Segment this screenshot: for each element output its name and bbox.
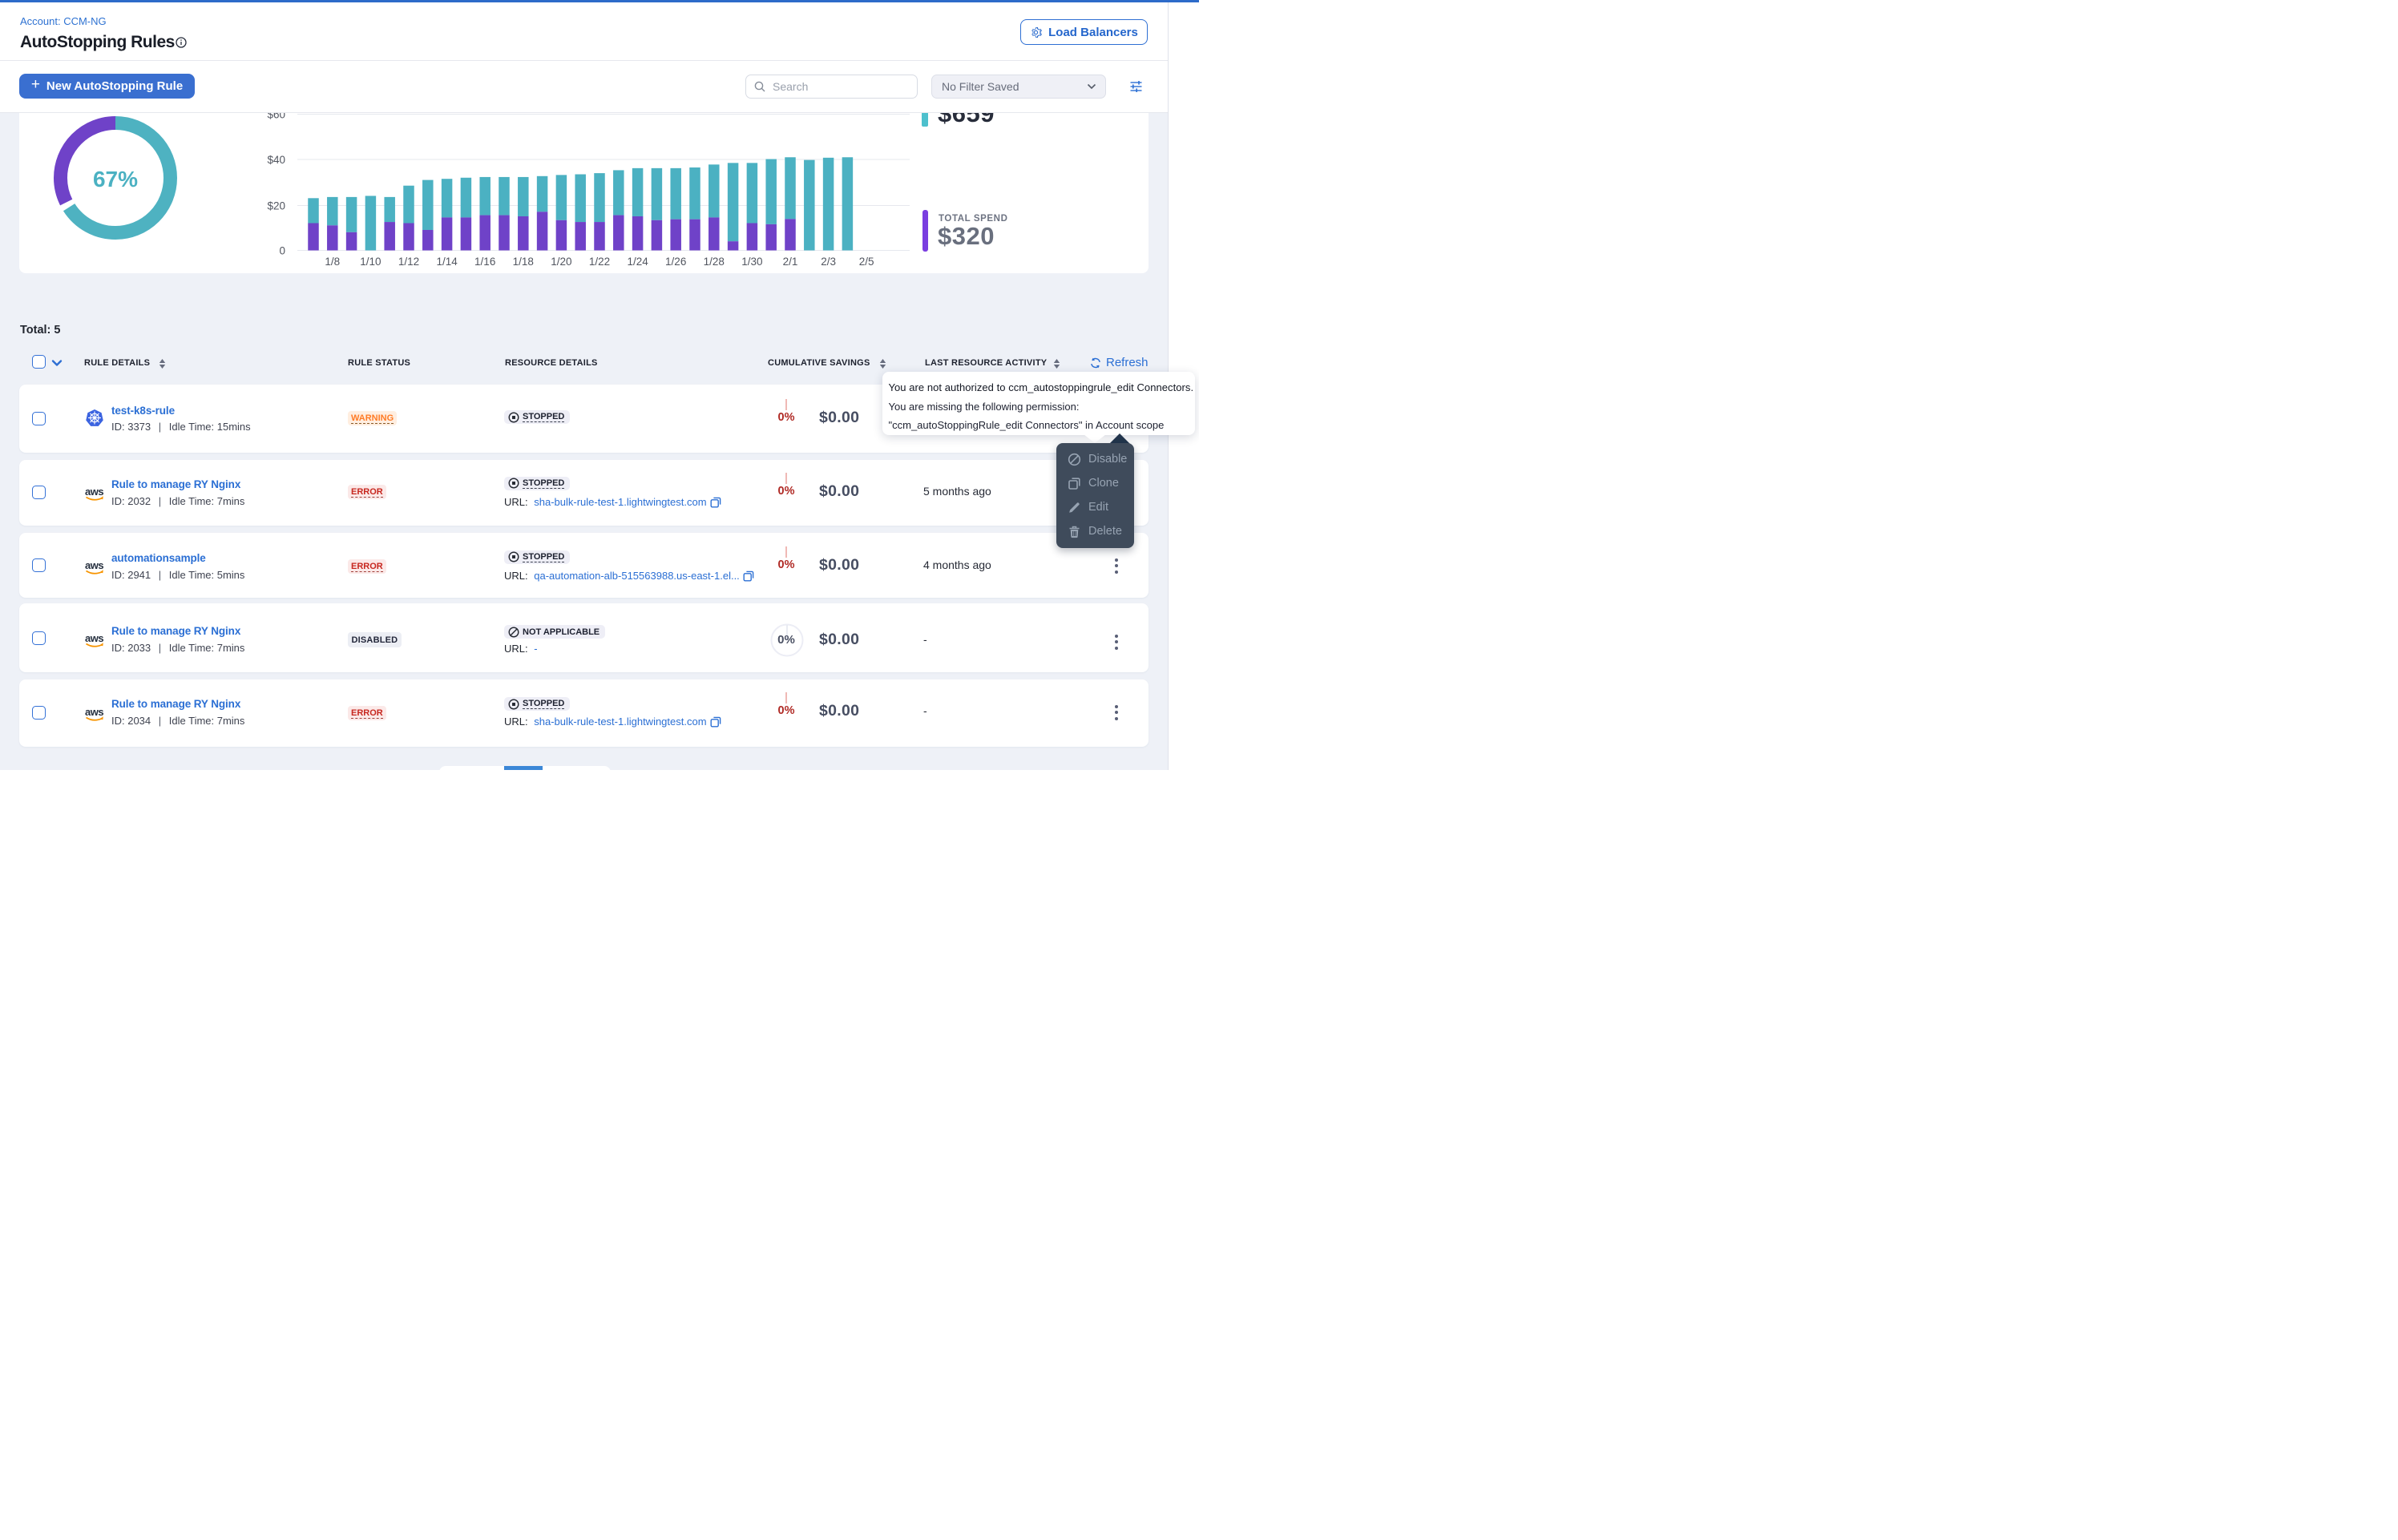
- svg-text:aws: aws: [85, 706, 103, 718]
- svg-text:0: 0: [279, 245, 285, 257]
- svg-text:1/26: 1/26: [665, 256, 686, 268]
- svg-text:2/1: 2/1: [783, 256, 798, 268]
- svg-text:aws: aws: [85, 486, 103, 498]
- svg-text:$20: $20: [267, 200, 285, 212]
- svg-text:2/5: 2/5: [859, 256, 874, 268]
- svg-text:$60: $60: [267, 113, 285, 121]
- svg-text:1/18: 1/18: [513, 256, 534, 268]
- svg-text:2/3: 2/3: [821, 256, 836, 268]
- svg-text:1/20: 1/20: [551, 256, 571, 268]
- svg-text:1/14: 1/14: [436, 256, 458, 268]
- svg-text:1/22: 1/22: [589, 256, 610, 268]
- svg-text:1/28: 1/28: [704, 256, 725, 268]
- svg-text:1/30: 1/30: [741, 256, 762, 268]
- svg-text:aws: aws: [85, 632, 103, 644]
- svg-text:1/24: 1/24: [627, 256, 648, 268]
- svg-text:$40: $40: [267, 154, 285, 166]
- svg-text:aws: aws: [85, 559, 103, 571]
- svg-text:1/10: 1/10: [360, 256, 381, 268]
- svg-text:1/16: 1/16: [474, 256, 495, 268]
- svg-text:1/12: 1/12: [398, 256, 419, 268]
- svg-text:1/8: 1/8: [325, 256, 340, 268]
